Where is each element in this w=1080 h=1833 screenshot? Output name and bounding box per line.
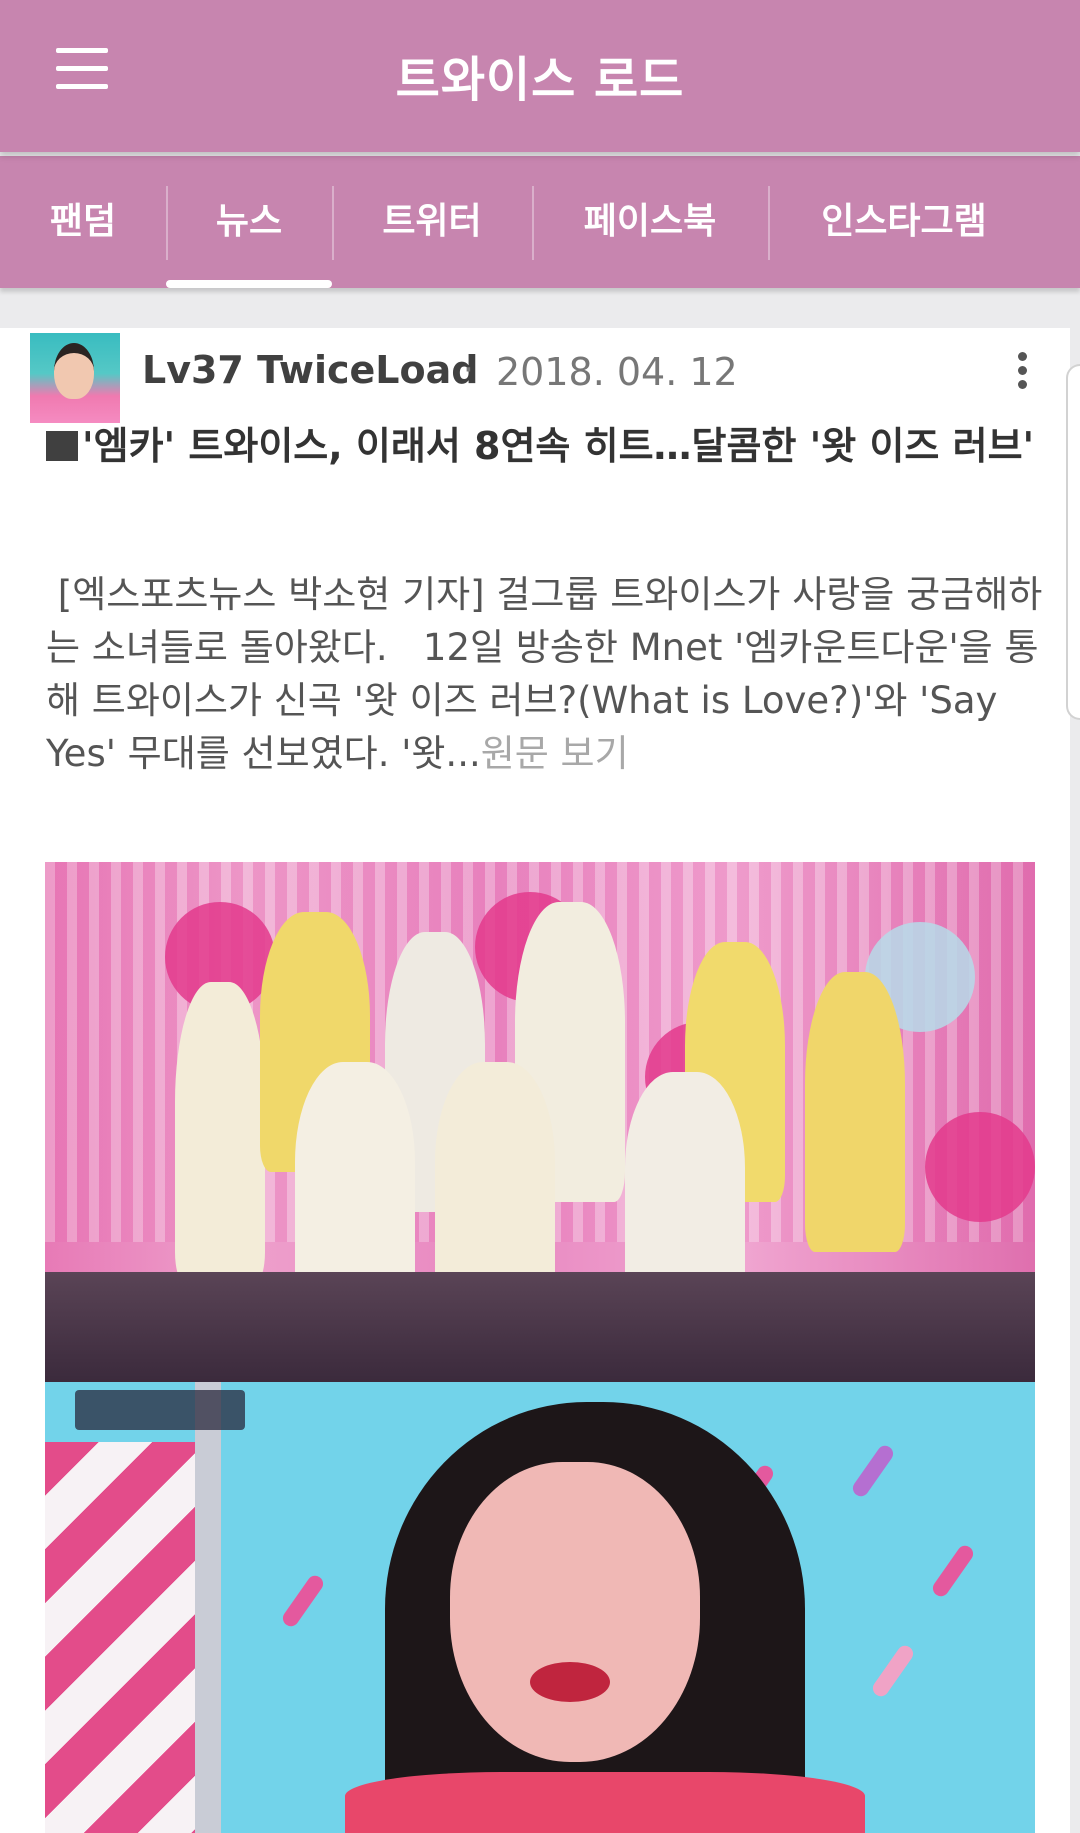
post-photo-group[interactable]	[45, 862, 1035, 1382]
square-bullet-icon	[46, 431, 78, 461]
scroll-handle[interactable]	[1066, 364, 1080, 720]
tab-facebook[interactable]: 페이스북	[532, 156, 768, 288]
tab-instagram[interactable]: 인스타그램	[768, 156, 1040, 288]
post-date: 2018. 04. 12	[496, 350, 738, 394]
read-original-link[interactable]: 원문 보기	[481, 732, 629, 775]
post-author[interactable]: Lv37 TwiceLoad	[142, 348, 478, 392]
post-headline[interactable]: '엠카' 트와이스, 이래서 8연속 히트…달콤한 '왓 이즈 러브'	[46, 420, 1046, 472]
avatar[interactable]	[30, 333, 120, 423]
tab-selected-indicator	[166, 280, 332, 288]
tab-bar: 팬덤 뉴스 트위터 페이스북 인스타그램	[0, 156, 1080, 288]
app-bar: 트와이스 로드	[0, 0, 1080, 152]
tab-twitter[interactable]: 트위터	[332, 156, 532, 288]
tab-fandom[interactable]: 팬덤	[0, 156, 166, 288]
app-title: 트와이스 로드	[395, 52, 685, 108]
news-post-card[interactable]: Lv37 TwiceLoad · 2018. 04. 12 '엠카' 트와이스,…	[0, 328, 1070, 1833]
post-photo-closeup[interactable]	[45, 1382, 1035, 1833]
post-summary: [엑스포츠뉴스 박소현 기자] 걸그룹 트와이스가 사랑을 궁금해하는 소녀들로…	[46, 568, 1046, 780]
meta-separator: ·	[463, 350, 474, 390]
post-headline-text: '엠카' 트와이스, 이래서 8연속 히트…달콤한 '왓 이즈 러브'	[82, 424, 1035, 468]
tab-news[interactable]: 뉴스	[166, 156, 332, 288]
more-vertical-icon[interactable]	[1010, 348, 1034, 394]
